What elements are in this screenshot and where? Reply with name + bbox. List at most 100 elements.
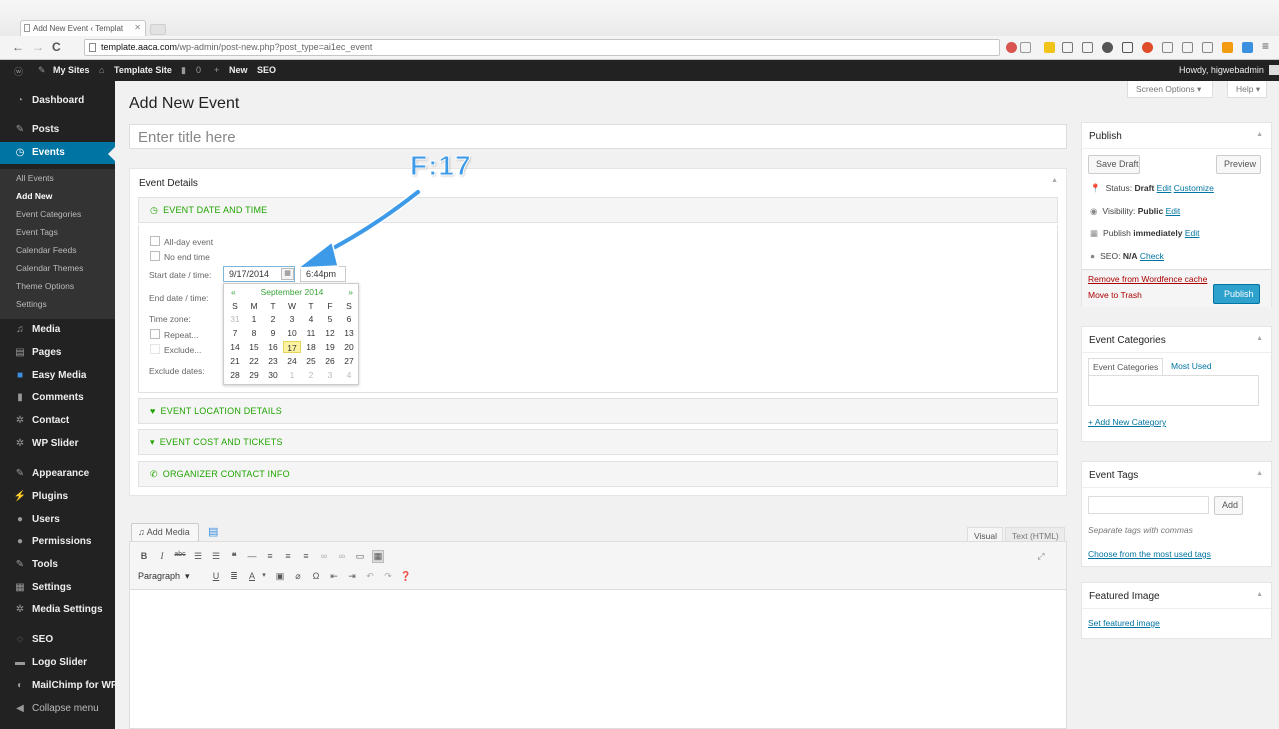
toggle-icon[interactable]: ▲ bbox=[1256, 335, 1263, 342]
toggle-icon[interactable]: ▲ bbox=[1051, 177, 1058, 184]
tab-most-used[interactable]: Most Used bbox=[1171, 361, 1212, 371]
submenu-calendar-themes[interactable]: Calendar Themes bbox=[16, 263, 83, 273]
help-icon[interactable]: ❓ bbox=[400, 571, 412, 582]
calendar-day[interactable]: 17 bbox=[283, 341, 301, 353]
calendar-day[interactable]: 27 bbox=[340, 355, 358, 367]
calendar-day[interactable]: 14 bbox=[226, 341, 244, 353]
calendar-day[interactable]: 1 bbox=[245, 313, 263, 325]
calendar-day[interactable]: 4 bbox=[340, 369, 358, 381]
extension-icon[interactable] bbox=[1122, 42, 1133, 53]
address-bar[interactable]: template.aaca.com/wp-admin/post-new.php?… bbox=[84, 39, 1000, 56]
my-sites-link[interactable]: My Sites bbox=[53, 65, 90, 75]
no-end-time-checkbox[interactable] bbox=[150, 251, 160, 261]
menu-seo[interactable]: ◌ SEO bbox=[0, 629, 115, 651]
calendar-day[interactable]: 10 bbox=[283, 327, 301, 339]
menu-events[interactable]: ◷ Events bbox=[0, 142, 115, 164]
calendar-day[interactable]: 18 bbox=[302, 341, 320, 353]
indent-icon[interactable]: ⇥ bbox=[346, 571, 358, 582]
paragraph-select[interactable]: Paragraph ▾ bbox=[138, 571, 190, 582]
save-draft-button[interactable]: Save Draft bbox=[1088, 155, 1140, 174]
schedule-edit-link[interactable]: Edit bbox=[1185, 228, 1200, 238]
link-icon[interactable]: ∞ bbox=[318, 551, 330, 561]
wordfence-link[interactable]: Remove from Wordfence cache bbox=[1088, 274, 1207, 284]
avatar[interactable] bbox=[1269, 65, 1279, 75]
calendar-day[interactable]: 7 bbox=[226, 327, 244, 339]
back-icon[interactable]: ← bbox=[12, 40, 24, 54]
screen-options-tab[interactable]: Screen Options ▾ bbox=[1127, 81, 1213, 98]
content-editor[interactable]: B I abc ☰ ☰ ❝ — ≡ ≡ ≡ ∞ ∞ ▭ ▦ ⤢ Paragrap… bbox=[129, 541, 1067, 729]
exclude-checkbox[interactable] bbox=[150, 344, 160, 354]
bold-icon[interactable]: B bbox=[138, 551, 150, 561]
section-date-time[interactable]: ◷ EVENT DATE AND TIME bbox=[138, 197, 1058, 223]
seo-link[interactable]: SEO bbox=[257, 65, 276, 75]
reload-icon[interactable]: C bbox=[52, 40, 61, 54]
underline-icon[interactable]: U bbox=[210, 571, 222, 581]
outdent-icon[interactable]: ⇤ bbox=[328, 571, 340, 582]
help-tab[interactable]: Help ▾ bbox=[1227, 81, 1267, 98]
menu-settings[interactable]: ▦ Settings bbox=[0, 577, 115, 599]
menu-logo-slider[interactable]: ▬ Logo Slider bbox=[0, 652, 115, 674]
calendar-day[interactable]: 13 bbox=[340, 327, 358, 339]
visibility-edit-link[interactable]: Edit bbox=[1166, 206, 1181, 216]
section-cost[interactable]: ▾ EVENT COST AND TICKETS bbox=[138, 429, 1058, 455]
extension-icon[interactable] bbox=[1082, 42, 1093, 53]
menu-media[interactable]: ♫ Media bbox=[0, 319, 115, 341]
repeat-checkbox[interactable] bbox=[150, 329, 160, 339]
calendar-day[interactable]: 3 bbox=[283, 313, 301, 325]
calendar-day[interactable]: 25 bbox=[302, 355, 320, 367]
calendar-day[interactable]: 26 bbox=[321, 355, 339, 367]
calendar-day[interactable]: 8 bbox=[245, 327, 263, 339]
next-month-button[interactable]: » bbox=[348, 287, 353, 297]
submenu-event-tags[interactable]: Event Tags bbox=[16, 227, 58, 237]
submenu-event-categories[interactable]: Event Categories bbox=[16, 209, 81, 219]
calendar-day[interactable]: 11 bbox=[302, 327, 320, 339]
extension-icon[interactable] bbox=[1242, 42, 1253, 53]
submenu-settings[interactable]: Settings bbox=[16, 299, 47, 309]
move-to-trash-link[interactable]: Move to Trash bbox=[1088, 290, 1142, 300]
calendar-day[interactable]: 22 bbox=[245, 355, 263, 367]
choose-tags-link[interactable]: Choose from the most used tags bbox=[1088, 549, 1211, 559]
strikethrough-icon[interactable]: abc bbox=[174, 551, 186, 558]
tag-input[interactable] bbox=[1088, 496, 1209, 514]
menu-users[interactable]: ● Users bbox=[0, 509, 115, 531]
calendar-day[interactable]: 30 bbox=[264, 369, 282, 381]
submenu-theme-options[interactable]: Theme Options bbox=[16, 281, 74, 291]
numbered-list-icon[interactable]: ☰ bbox=[210, 551, 222, 562]
tab-all-categories[interactable]: Event Categories bbox=[1088, 358, 1164, 375]
calendar-day[interactable]: 4 bbox=[302, 313, 320, 325]
menu-wp-slider[interactable]: ✲ WP Slider bbox=[0, 433, 115, 455]
toolbar-toggle-icon[interactable]: ▦ bbox=[372, 550, 384, 563]
fullscreen-icon[interactable]: ⤢ bbox=[1035, 551, 1047, 562]
section-organizer[interactable]: ✆ ORGANIZER CONTACT INFO bbox=[138, 461, 1058, 487]
publish-button[interactable]: Publish bbox=[1213, 284, 1260, 304]
extension-icon[interactable] bbox=[1006, 42, 1017, 53]
toggle-icon[interactable]: ▲ bbox=[1256, 131, 1263, 138]
more-tag-icon[interactable]: ▭ bbox=[354, 551, 366, 562]
text-color-icon[interactable]: A bbox=[246, 571, 258, 581]
add-new-category-link[interactable]: + Add New Category bbox=[1088, 417, 1166, 427]
add-media-button[interactable]: ♫ Add Media bbox=[131, 523, 199, 542]
star-icon[interactable] bbox=[1020, 42, 1031, 53]
extension-icon[interactable] bbox=[1182, 42, 1193, 53]
calendar-day[interactable]: 21 bbox=[226, 355, 244, 367]
extension-icon[interactable] bbox=[1044, 42, 1055, 53]
event-title-input[interactable]: Enter title here bbox=[129, 124, 1067, 149]
status-edit-link[interactable]: Edit bbox=[1157, 183, 1172, 193]
menu-posts[interactable]: ✎ Posts bbox=[0, 119, 115, 141]
new-link[interactable]: New bbox=[229, 65, 248, 75]
align-right-icon[interactable]: ≡ bbox=[300, 551, 312, 561]
menu-comments[interactable]: ▮ Comments bbox=[0, 387, 115, 409]
toggle-icon[interactable]: ▲ bbox=[1256, 591, 1263, 598]
calendar-day[interactable]: 19 bbox=[321, 341, 339, 353]
special-character-icon[interactable]: Ω bbox=[310, 571, 322, 581]
extension-icon[interactable] bbox=[1062, 42, 1073, 53]
howdy-account[interactable]: Howdy, higwebadmin bbox=[1179, 65, 1264, 75]
forward-icon[interactable]: → bbox=[32, 40, 44, 54]
new-tab-button[interactable] bbox=[150, 24, 166, 35]
wordpress-logo-icon[interactable]: ⓦ bbox=[14, 65, 23, 78]
menu-easy-media[interactable]: ■ Easy Media bbox=[0, 365, 115, 387]
bullet-list-icon[interactable]: ☰ bbox=[192, 551, 204, 562]
menu-pages[interactable]: ▤ Pages bbox=[0, 342, 115, 364]
calendar-day[interactable]: 1 bbox=[283, 369, 301, 381]
add-tag-button[interactable]: Add bbox=[1214, 496, 1243, 515]
